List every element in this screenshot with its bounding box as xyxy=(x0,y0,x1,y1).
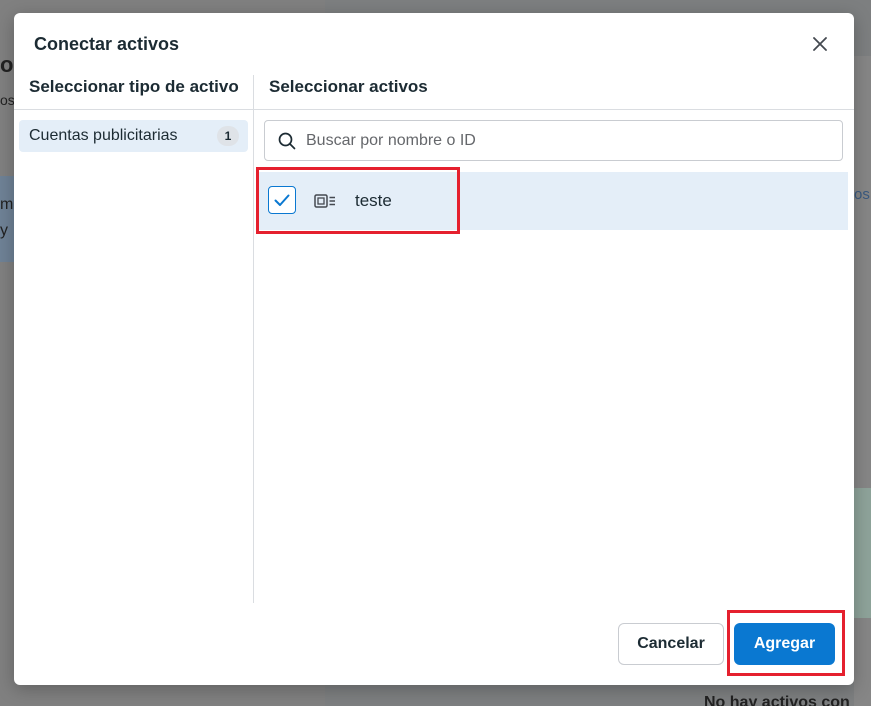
search-icon xyxy=(278,132,296,149)
background-text-fragment: y xyxy=(0,222,8,239)
search-field[interactable] xyxy=(264,120,843,161)
asset-type-label: Cuentas publicitarias xyxy=(29,127,178,144)
dialog-title: Conectar activos xyxy=(34,34,180,54)
background-illustration xyxy=(854,488,871,618)
cancel-button[interactable]: Cancelar xyxy=(618,623,724,665)
search-input[interactable] xyxy=(306,131,826,150)
background-info-strip xyxy=(0,176,14,262)
asset-type-count-badge: 1 xyxy=(217,126,239,146)
background-empty-state-text: No hay activos con xyxy=(704,694,850,706)
asset-type-column-header: Seleccionar tipo de activo xyxy=(29,77,239,96)
close-button[interactable] xyxy=(809,33,831,55)
connect-assets-dialog: Conectar activos Seleccionar tipo de act… xyxy=(14,13,854,685)
close-icon xyxy=(813,37,827,51)
assets-column-header: Seleccionar activos xyxy=(269,77,428,96)
background-text-fragment: m xyxy=(0,196,14,213)
highlight-add-button xyxy=(727,610,845,676)
background-link-fragment: os xyxy=(854,186,870,203)
highlight-selected-asset xyxy=(256,167,460,234)
asset-type-item-ad-accounts[interactable]: Cuentas publicitarias 1 xyxy=(19,120,248,152)
background-subtext-fragment: os xyxy=(0,92,15,108)
header-divider xyxy=(14,109,854,110)
column-divider xyxy=(253,75,254,603)
